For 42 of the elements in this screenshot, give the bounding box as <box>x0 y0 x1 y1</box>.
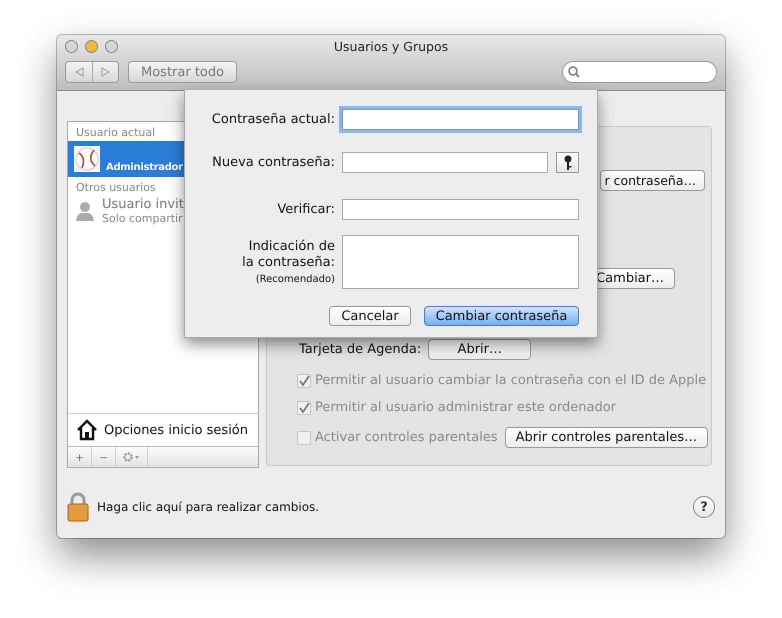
right-triangle-icon <box>101 67 110 77</box>
open-button[interactable]: Abrir… <box>428 339 532 360</box>
field-label: la contraseña: <box>242 255 335 271</box>
gear-icon <box>122 452 140 462</box>
person-silhouette-icon <box>74 200 96 222</box>
user-name: Usuario invit <box>102 197 184 212</box>
lock-message: Haga clic aquí para realizar cambios. <box>97 500 320 514</box>
password-field[interactable] <box>342 109 579 130</box>
password-field[interactable] <box>342 199 579 220</box>
confirm-button[interactable]: Cambiar contraseña <box>424 306 579 326</box>
field-label: Indicación de <box>248 239 335 255</box>
field-label: Verificar: <box>277 202 335 218</box>
checkbox-label: Permitir al usuario cambiar la contraseña con el ID de Apple <box>315 373 706 388</box>
close-button[interactable] <box>65 40 78 52</box>
show-all-button[interactable]: Mostrar todo <box>128 61 238 83</box>
checkbox-label: Permitir al usuario administrar este ordenador <box>315 400 616 415</box>
user-name: Administrador <box>106 162 183 172</box>
field-label: Contraseña actual: <box>212 112 335 128</box>
padlock-icon[interactable] <box>67 492 89 522</box>
minimize-button[interactable] <box>85 40 98 52</box>
help-button[interactable]: ? <box>693 496 715 518</box>
password-field[interactable] <box>342 152 548 173</box>
search-field[interactable] <box>562 61 717 83</box>
password-assistant-button[interactable] <box>556 152 579 173</box>
recommended-note: (Recomendado) <box>256 274 335 285</box>
remove-button[interactable]: − <box>92 447 116 467</box>
contact-card-label: Tarjeta de Agenda: <box>299 342 422 357</box>
user-subtitle: Solo compartir <box>102 212 184 225</box>
left-triangle-icon <box>74 67 84 77</box>
zoom-button[interactable] <box>105 40 118 52</box>
search-icon <box>568 66 580 78</box>
house-icon <box>76 419 98 441</box>
baseball-avatar-icon <box>74 146 100 172</box>
key-icon <box>562 154 572 170</box>
window-title: Usuarios y Grupos <box>334 38 448 54</box>
hint-field[interactable] <box>342 235 579 289</box>
add-button[interactable]: + <box>68 447 92 467</box>
checkbox-label: Activar controles parentales <box>315 430 498 445</box>
section-header: Usuario actual <box>75 125 156 141</box>
section-header: Otros usuarios <box>75 180 157 196</box>
change-password-button[interactable]: r contraseña… <box>600 170 705 191</box>
cancel-button[interactable]: Cancelar <box>329 306 411 326</box>
